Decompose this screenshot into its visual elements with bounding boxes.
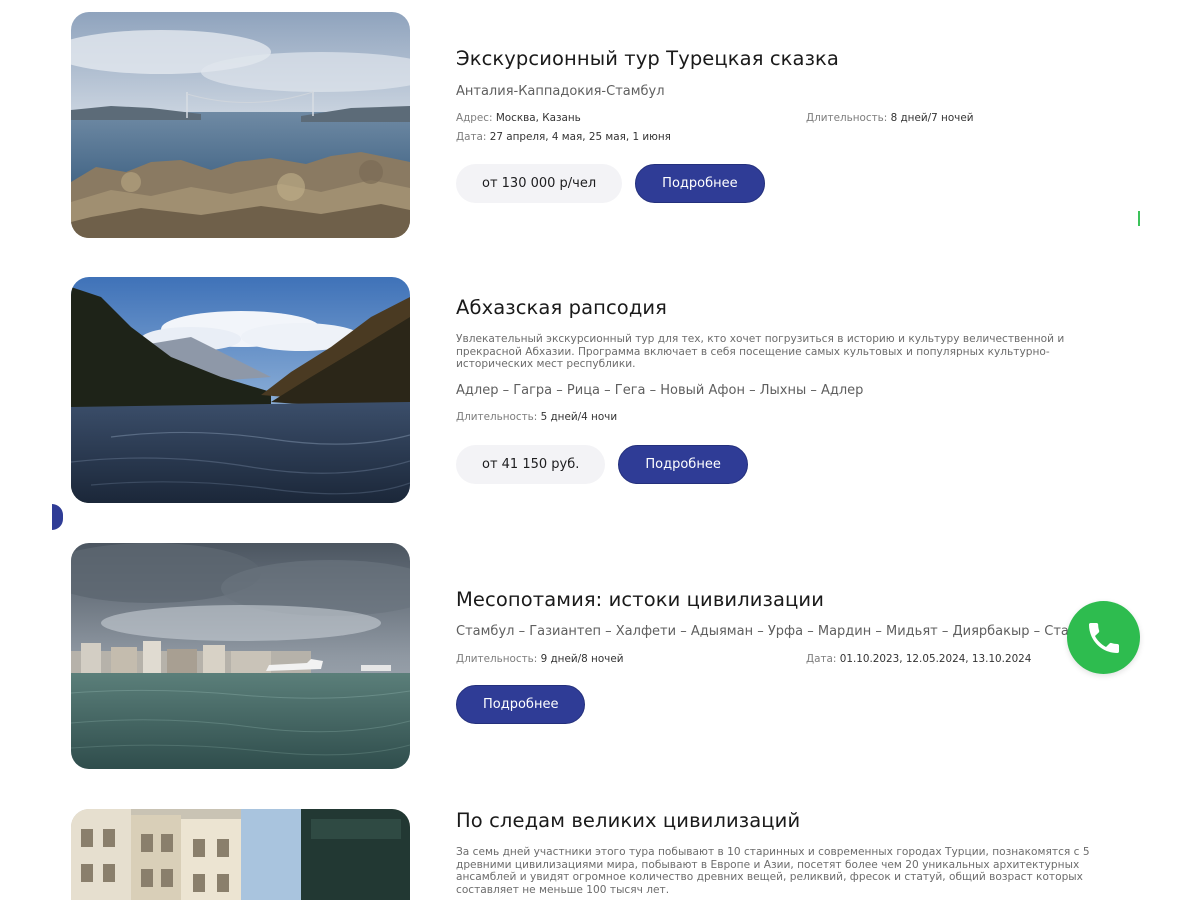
tour-route: Адлер – Гагра – Рица – Гега – Новый Афон…	[456, 383, 864, 398]
duration-value: 5 дней/4 ночи	[540, 411, 618, 423]
duration-value: 8 дней/7 ночей	[890, 112, 974, 124]
price-badge: от 130 000 р/чел	[456, 164, 623, 203]
date-label: Дата:	[456, 131, 487, 143]
date-field: Дата: 27 апреля, 4 мая, 25 мая, 1 июня	[456, 131, 671, 143]
tour-actions: Подробнее	[456, 685, 586, 724]
tour-route: Анталия-Каппадокия-Стамбул	[456, 84, 665, 99]
date-value: 27 апреля, 4 мая, 25 мая, 1 июня	[489, 131, 671, 143]
tour-actions: от 41 150 руб. Подробнее	[456, 445, 748, 484]
tour-photo-mountain-river[interactable]	[71, 277, 410, 503]
duration-value: 9 дней/8 ночей	[540, 653, 624, 665]
tour-meta-row: Адрес: Москва, Казань Длительность: 8 дн…	[456, 112, 1136, 124]
tour-card: По следам великих цивилизаций За семь дн…	[71, 809, 1151, 900]
phone-icon	[1088, 622, 1119, 653]
tour-card: Экскурсионный тур Турецкая сказка Антали…	[71, 12, 1151, 238]
duration-label: Длительность:	[456, 411, 538, 423]
duration-field: Длительность: 8 дней/7 ночей	[806, 112, 973, 124]
tour-title[interactable]: Экскурсионный тур Турецкая сказка	[456, 47, 839, 70]
duration-label: Длительность:	[456, 653, 538, 665]
details-button[interactable]: Подробнее	[635, 164, 765, 203]
details-button[interactable]: Подробнее	[618, 445, 748, 484]
tour-photo-bosphorus[interactable]	[71, 12, 410, 238]
tour-photo-istanbul-harbor[interactable]	[71, 543, 410, 769]
price-badge: от 41 150 руб.	[456, 445, 606, 484]
call-button[interactable]	[1067, 601, 1140, 674]
tour-photo-old-town-street[interactable]	[71, 809, 410, 900]
details-button[interactable]: Подробнее	[456, 685, 586, 724]
tour-route: Стамбул – Газиантеп – Халфети – Адыяман …	[456, 624, 1103, 639]
tour-actions: от 130 000 р/чел Подробнее	[456, 164, 765, 203]
address-value: Москва, Казань	[495, 112, 581, 124]
tour-title[interactable]: Абхазская рапсодия	[456, 296, 667, 319]
duration-field: Длительность: 5 дней/4 ночи	[456, 411, 617, 423]
tour-description: За семь дней участники этого тура побыва…	[456, 846, 1090, 896]
tour-title[interactable]: Месопотамия: истоки цивилизации	[456, 588, 824, 611]
tour-meta-row: Длительность: 9 дней/8 ночей Дата: 01.10…	[456, 653, 1136, 665]
tour-card: Абхазская рапсодия Увлекательный экскурс…	[71, 277, 1151, 503]
address-label: Адрес:	[456, 112, 493, 124]
tour-description: Увлекательный экскурсионный тур для тех,…	[456, 333, 1065, 371]
tour-title[interactable]: По следам великих цивилизаций	[456, 809, 800, 832]
address-field: Адрес: Москва, Казань	[456, 112, 806, 124]
date-value: 01.10.2023, 12.05.2024, 13.10.2024	[839, 653, 1032, 665]
edge-marker	[1138, 211, 1140, 226]
duration-label: Длительность:	[806, 112, 888, 124]
side-panel-toggle[interactable]	[52, 504, 63, 530]
duration-field: Длительность: 9 дней/8 ночей	[456, 653, 806, 665]
date-label: Дата:	[806, 653, 837, 665]
tour-card: Месопотамия: истоки цивилизации Стамбул …	[71, 543, 1151, 769]
date-field: Дата: 01.10.2023, 12.05.2024, 13.10.2024	[806, 653, 1031, 665]
